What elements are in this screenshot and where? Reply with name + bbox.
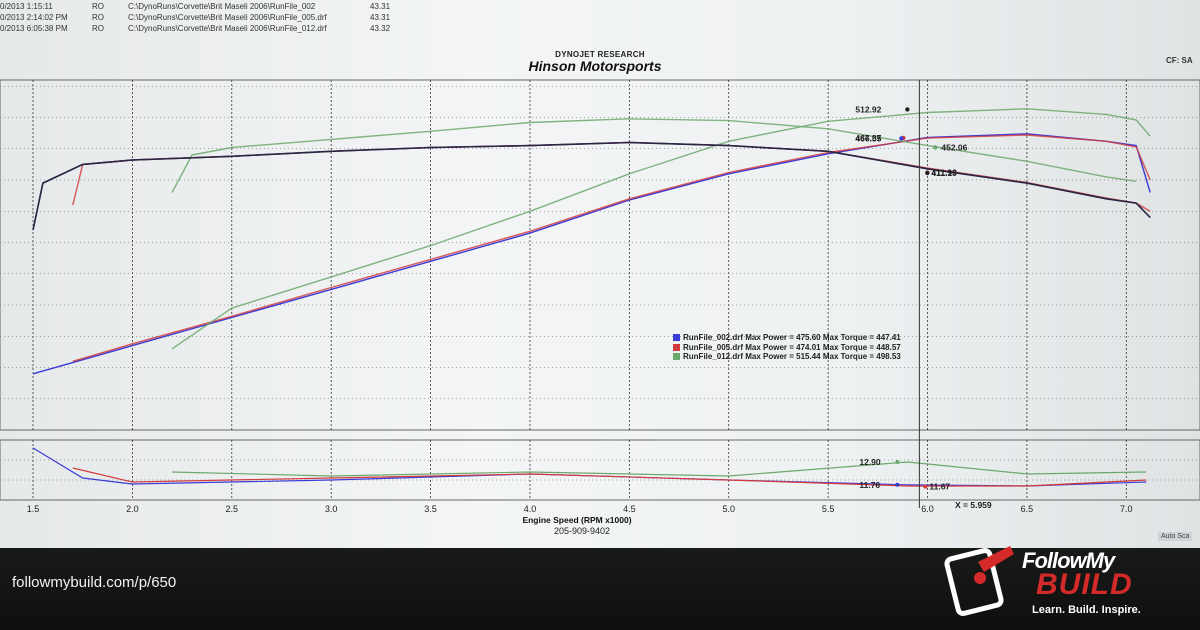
afr-cursor-marker [895,460,900,464]
cursor-marker [905,107,910,112]
torque-line [171,118,1137,193]
cursor-value-label: 452.06 [941,142,967,152]
legend-swatch [673,334,680,341]
x-tick-label: 4.5 [623,504,636,514]
cursor-marker [933,145,938,150]
x-tick-label: 3.0 [325,504,338,514]
x-axis-title: Engine Speed (RPM x1000) [522,515,631,525]
cursor-marker [899,136,904,141]
legend-max-power: 474.01 [796,342,821,352]
cursor-value-label: 411.19 [931,168,957,178]
wrench-phone-icon [944,546,1014,616]
afr-cursor-value-label: 11.67 [929,482,950,492]
legend-max-torque: 447.41 [876,333,901,342]
afr-cursor-value-label: 11.76 [859,480,880,490]
followmybuild-logo: FollowMy BUILD Learn. Build. Inspire. [940,540,1200,630]
dyno-chart: 1.5 2.0 2.5 3.0 3.5 4.0 4.5 5.0 5.5 6.0 6.5 7.0 Engi… [0,79,1200,536]
main-plot-frame [0,79,1200,431]
legend-item: RunFile_012.drf Max Power = 515.44 Max T… [673,352,901,362]
afr-cursor-marker [923,484,928,489]
chart-legend: RunFile_002.drf Max Power = 475.60 Max T… [673,333,901,362]
torque-line-dark [32,141,1151,231]
legend-max-torque: 498.53 [876,352,901,361]
power-line [171,108,1151,350]
legend-name: RunFile_012.drf [683,352,744,361]
torque-line [32,141,1151,231]
legend-max-power: 515.44 [796,352,821,361]
afr-line [72,467,1147,487]
cursor-x-readout: X = 5.959 [955,500,992,510]
cursor-value-label: 466.55 [855,133,881,143]
power-line [72,134,1151,362]
x-tick-label: 6.5 [1021,504,1034,514]
x-tick-label: 4.0 [524,504,537,514]
x-tick-label: 5.0 [722,504,735,514]
legend-max-power: 475.60 [796,333,821,342]
legend-item: RunFile_002.drf Max Power = 475.60 Max T… [673,333,901,343]
afr-cursor-marker [895,482,900,487]
source-url[interactable]: followmybuild.com/p/650 [12,574,176,591]
power-line [32,133,1151,375]
dyno-screen: 0/2013 1:15:11 RO C:\DynoRuns\Corvette\B… [0,0,1200,548]
legend-item: RunFile_005.drf Max Power = 474.01 Max T… [673,343,901,353]
x-tick-label: 2.5 [226,504,239,514]
x-tick-label: 5.5 [822,504,835,514]
afr-plot-frame [0,439,1200,501]
logo-build-text: BUILD [1036,568,1133,601]
x-tick-label: 6.0 [921,504,934,514]
phone-number: 205-909-9402 [554,526,610,536]
x-tick-label: 1.5 [27,504,40,514]
legend-name: RunFile_002.drf [683,333,744,342]
x-tick-label: 7.0 [1120,504,1133,514]
x-tick-label: 3.5 [424,504,437,514]
afr-line [172,461,1147,477]
monitor-photo: 0/2013 1:15:11 RO C:\DynoRuns\Corvette\B… [0,0,1200,630]
logo-tagline: Learn. Build. Inspire. [1032,604,1141,616]
cursor-marker [925,170,930,176]
legend-swatch [673,343,680,351]
cursor-value-label: 512.92 [855,104,881,114]
x-tick-label: 2.0 [126,504,139,514]
legend-swatch [673,353,680,360]
afr-cursor-value-label: 12.90 [859,457,881,467]
legend-max-torque: 448.57 [876,342,901,352]
legend-name: RunFile_005.drf [683,342,744,352]
